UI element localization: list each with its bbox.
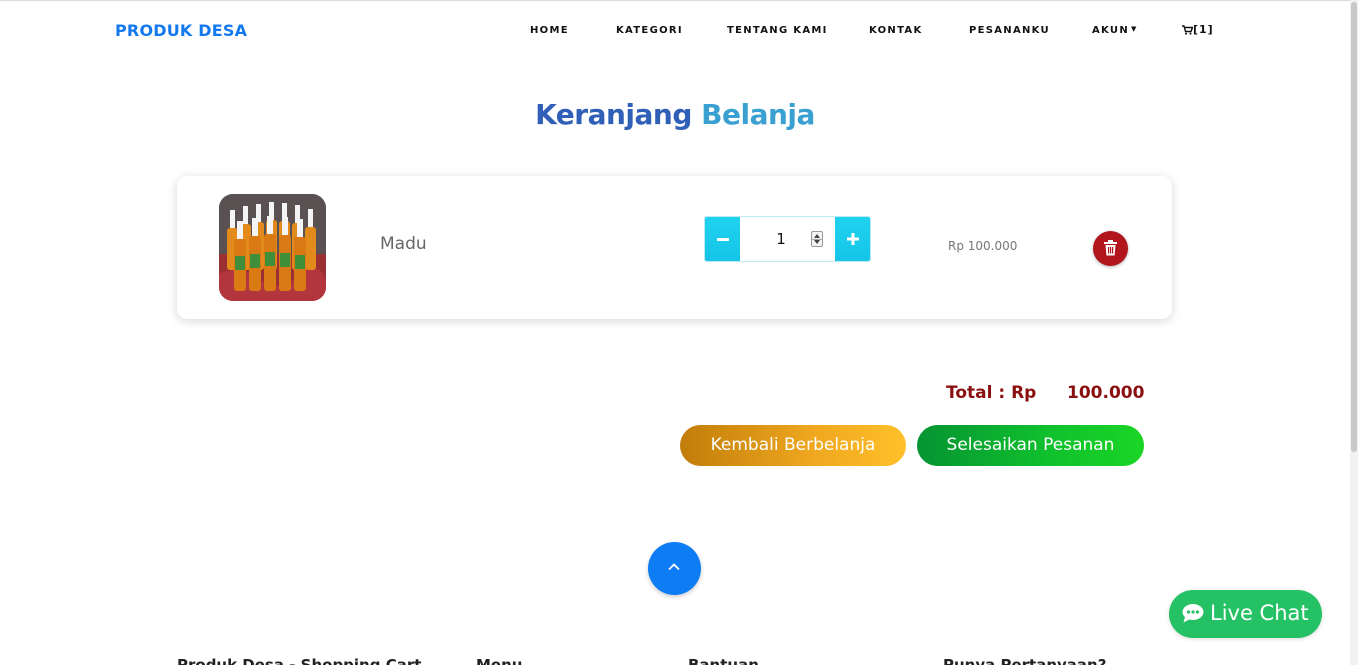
page-title-part1: Keranjang (535, 98, 692, 131)
page-title: Keranjang Belanja (0, 98, 1350, 131)
checkout-button[interactable]: Selesaikan Pesanan (917, 425, 1144, 466)
honey-bottles-image (219, 194, 326, 301)
quantity-spinner[interactable] (811, 231, 823, 247)
quantity-increase-button[interactable] (835, 217, 870, 261)
minus-icon (716, 238, 729, 241)
shopping-cart-icon (1182, 25, 1194, 35)
spin-up-icon[interactable] (814, 234, 820, 238)
cart-item-row: Madu Rp 100.000 (177, 176, 1172, 319)
footer-col-questions: Punya Pertanyaan? (943, 656, 1107, 665)
chevron-up-icon (668, 563, 680, 571)
quantity-decrease-button[interactable] (705, 217, 740, 261)
trash-icon (1104, 240, 1117, 256)
nav-home[interactable]: HOME (530, 25, 569, 36)
spin-down-icon[interactable] (814, 240, 820, 244)
footer-col-title: Produk Desa - Shopping Cart (177, 656, 422, 665)
scroll-to-top-button[interactable] (648, 542, 701, 595)
footer-col-help: Bantuan (688, 656, 759, 665)
page-scrollbar[interactable] (1350, 0, 1358, 665)
remove-item-button[interactable] (1093, 231, 1128, 266)
caret-down-icon: ▼ (1131, 25, 1138, 33)
live-chat-button[interactable]: Live Chat (1169, 590, 1322, 638)
nav-cart[interactable]: [1] (1182, 23, 1214, 36)
page-title-part2: Belanja (701, 98, 815, 131)
navbar: PRODUK DESA HOME KATEGORI TENTANG KAMI K… (0, 1, 1350, 61)
nav-tentang-kami[interactable]: TENTANG KAMI (727, 25, 828, 36)
nav-akun-label: AKUN (1092, 25, 1130, 36)
scrollbar-thumb[interactable] (1351, 2, 1357, 452)
continue-shopping-button[interactable]: Kembali Berbelanja (680, 425, 906, 466)
total-value: 100.000 (1067, 383, 1145, 403)
nav-akun-dropdown[interactable]: AKUN ▼ (1092, 25, 1138, 36)
cart-count: [1] (1193, 23, 1214, 36)
plus-icon (846, 233, 859, 245)
brand-logo[interactable]: PRODUK DESA (115, 21, 247, 40)
nav-kontak[interactable]: KONTAK (869, 25, 923, 36)
total-label: Total : Rp (946, 383, 1037, 403)
quantity-stepper (704, 216, 871, 262)
footer-col-menu: Menu (476, 656, 523, 665)
chat-bubble-icon (1182, 604, 1204, 623)
product-name: Madu (380, 234, 427, 254)
nav-pesananku[interactable]: PESANANKU (969, 25, 1050, 36)
live-chat-label: Live Chat (1210, 601, 1309, 625)
product-price: Rp 100.000 (948, 239, 1018, 253)
nav-kategori[interactable]: KATEGORI (616, 25, 683, 36)
product-image (219, 194, 326, 301)
footer: Produk Desa - Shopping Cart Menu Bantuan… (0, 656, 1350, 665)
